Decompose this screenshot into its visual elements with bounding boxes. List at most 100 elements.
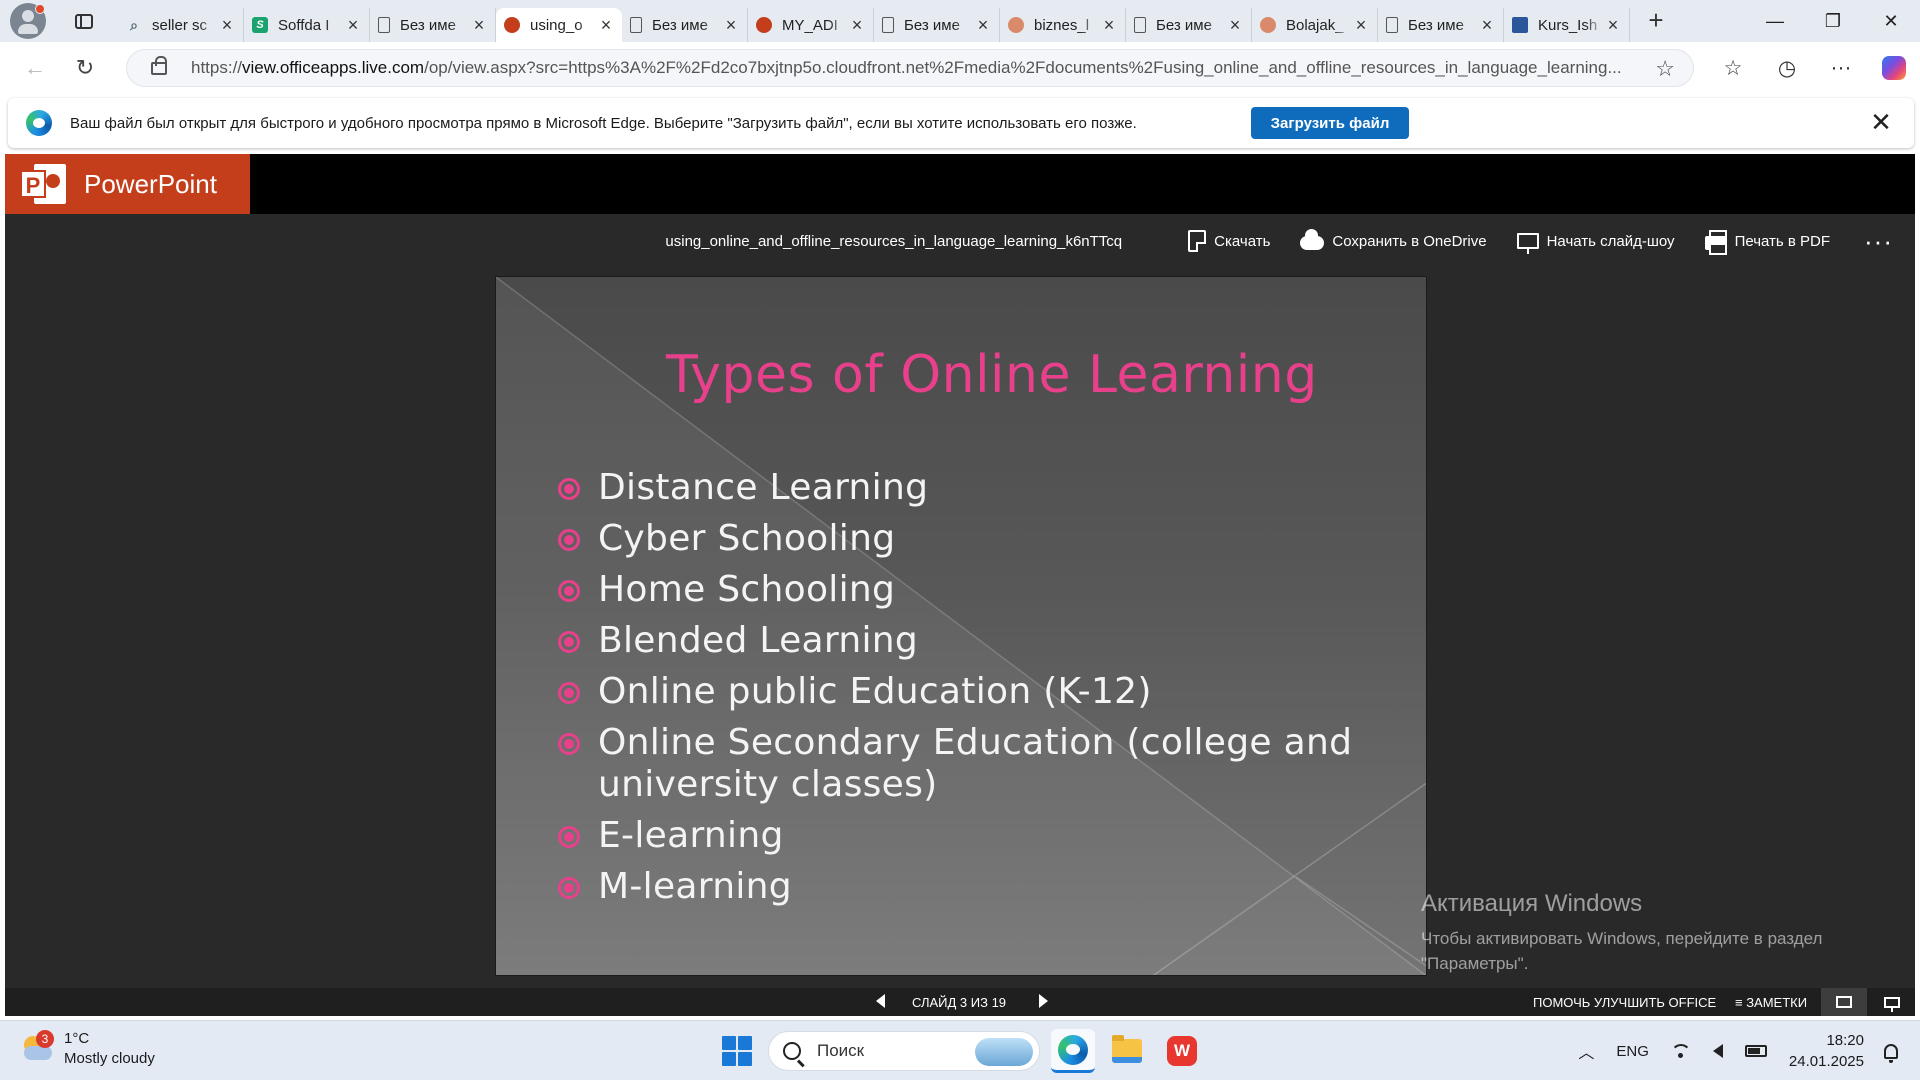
slideshow-screen-icon [1516, 233, 1539, 254]
bullet-circle-icon [558, 529, 580, 551]
slide-bullet-item: Distance Learning [556, 467, 1386, 509]
language-indicator[interactable]: ENG [1616, 1043, 1649, 1060]
more-options-icon[interactable]: ··· [1864, 228, 1893, 254]
next-slide-icon[interactable] [1039, 994, 1048, 1008]
settings-more-icon[interactable]: ··· [1814, 48, 1868, 88]
slideshow-view-button[interactable] [1869, 988, 1915, 1016]
history-icon[interactable]: ◷ [1760, 48, 1814, 88]
download-file-button[interactable]: Загрузить файл [1251, 107, 1409, 139]
close-tab-icon[interactable]: × [1227, 16, 1243, 34]
tab-label: Без име [1156, 16, 1212, 34]
search-icon [783, 1042, 801, 1060]
close-tab-icon[interactable]: × [1101, 16, 1117, 34]
command-bar: using_online_and_offline_resources_in_la… [5, 214, 1915, 268]
profile-avatar-icon[interactable] [10, 3, 46, 39]
taskbar-file-explorer-button[interactable] [1105, 1029, 1149, 1073]
bullet-text: Cyber Schooling [598, 518, 896, 559]
wifi-icon[interactable] [1670, 1044, 1691, 1058]
browser-tab[interactable]: Без име × [874, 8, 1000, 42]
browser-tab[interactable]: Kurs_Ish × [1504, 8, 1630, 42]
minimize-button[interactable]: — [1746, 0, 1804, 42]
tab-label: Без име [1408, 16, 1464, 34]
close-tab-icon[interactable]: × [849, 16, 865, 34]
browser-tab[interactable]: Без име × [1378, 8, 1504, 42]
system-tray: ︿ ENG 18:20 24.01.2025 [1556, 1021, 1920, 1080]
clock[interactable]: 18:20 24.01.2025 [1789, 1030, 1864, 1072]
close-tab-icon[interactable]: × [723, 16, 739, 34]
close-info-bar-icon[interactable]: ✕ [1866, 108, 1896, 138]
print-pdf-button[interactable]: Печать в PDF [1704, 230, 1830, 255]
powerpoint-brand[interactable]: P PowerPoint [5, 154, 250, 214]
url-text[interactable]: https://view.officeapps.live.com/op/view… [191, 58, 1631, 78]
start-slideshow-button[interactable]: Начать слайд-шоу [1516, 233, 1675, 254]
battery-icon[interactable] [1744, 1045, 1767, 1057]
file-name: using_online_and_offline_resources_in_la… [665, 232, 1123, 250]
bullet-circle-icon [558, 682, 580, 704]
watermark-line: "Параметры". [1421, 954, 1529, 973]
date: 24.01.2025 [1788, 1053, 1864, 1070]
reload-button[interactable]: ↻ [65, 48, 105, 88]
slide-canvas[interactable]: Types of Online Learning Distance Learni… [495, 276, 1427, 976]
download-button[interactable]: Скачать [1188, 230, 1270, 252]
browser-tab[interactable]: Без име × [1126, 8, 1252, 42]
taskbar-edge-button[interactable] [1051, 1029, 1095, 1073]
close-tab-icon[interactable]: × [471, 16, 487, 34]
notification-bell-icon[interactable] [1884, 1043, 1898, 1063]
save-onedrive-button[interactable]: Сохранить в OneDrive [1300, 229, 1487, 250]
favorite-star-icon[interactable]: ☆ [1655, 56, 1675, 82]
window-controls: — ❐ ✕ [1746, 0, 1920, 42]
close-tab-icon[interactable]: × [975, 16, 991, 34]
new-tab-button[interactable]: + [1640, 5, 1672, 37]
restore-button[interactable]: ❐ [1804, 0, 1862, 42]
browser-tab[interactable]: Без име × [370, 8, 496, 42]
start-windows-icon[interactable] [722, 1036, 752, 1066]
address-bar[interactable]: https://view.officeapps.live.com/op/view… [126, 49, 1694, 87]
powerpoint-icon [1008, 17, 1024, 33]
favorites-icon[interactable]: ☆ [1706, 48, 1760, 88]
site-info-lock-icon[interactable] [151, 55, 167, 75]
close-tab-icon[interactable]: × [1605, 16, 1621, 34]
help-improve-office-link[interactable]: ПОМОЧЬ УЛУЧШИТЬ OFFICE [1533, 995, 1716, 1010]
bullet-text: Blended Learning [598, 620, 919, 661]
browser-tab[interactable]: Bolajak_ × [1252, 8, 1378, 42]
browser-tab[interactable]: using_o × [496, 8, 622, 42]
show-hidden-icons-chevron-icon[interactable]: ︿ [1578, 1039, 1594, 1063]
close-tab-icon[interactable]: × [345, 16, 361, 34]
slide-bullet-list: Distance Learning Cyber Schooling Home Sch… [556, 467, 1386, 917]
close-tab-icon[interactable]: × [1353, 16, 1369, 34]
weather-widget[interactable]: 3 1°C Mostly cloudy [20, 1029, 155, 1069]
browser-tab[interactable]: Без име × [622, 8, 748, 42]
tab-actions-icon[interactable] [68, 5, 100, 37]
copilot-icon[interactable] [1882, 56, 1906, 80]
back-button[interactable]: ← [15, 48, 55, 88]
slide-counter: СЛАЙД 3 ИЗ 19 [912, 995, 1007, 1010]
tab-label: MY_ADI [782, 16, 838, 34]
wps-office-icon: W [1167, 1036, 1197, 1066]
browser-tab[interactable]: biznes_l × [1000, 8, 1126, 42]
close-tab-icon[interactable]: × [1479, 16, 1495, 34]
taskbar-search-box[interactable]: Поиск [768, 1031, 1040, 1071]
close-window-button[interactable]: ✕ [1862, 0, 1920, 42]
close-tab-icon[interactable]: × [598, 16, 614, 34]
reading-view-button[interactable] [1821, 988, 1867, 1016]
weather-badge: 3 [36, 1030, 54, 1048]
volume-icon[interactable] [1712, 1044, 1723, 1058]
taskbar-wps-button[interactable]: W [1160, 1029, 1204, 1073]
printer-icon [1704, 230, 1727, 255]
windows-activation-watermark: Активация Windows Чтобы активировать Win… [1421, 890, 1822, 976]
browser-tab[interactable]: S Soffda I × [244, 8, 370, 42]
slide-bullet-item: E-learning [556, 815, 1386, 857]
edge-logo-icon [26, 110, 52, 136]
edge-icon [1058, 1034, 1088, 1065]
bullet-circle-icon [558, 877, 580, 899]
notes-button[interactable]: ≡ ЗАМЕТКИ [1735, 995, 1807, 1010]
bullet-text: Online public Education (K-12) [598, 671, 1152, 712]
download-label: Скачать [1214, 232, 1271, 250]
close-tab-icon[interactable]: × [219, 16, 235, 34]
browser-toolbar-icons: ☆ ◷ ··· [1706, 42, 1920, 94]
tab-label: Bolajak_ [1286, 16, 1344, 34]
browser-tab[interactable]: MY_ADI × [748, 8, 874, 42]
soffda-icon: S [252, 17, 268, 33]
previous-slide-icon[interactable] [876, 994, 885, 1008]
browser-tab[interactable]: ⌕ seller sc × [118, 8, 244, 42]
